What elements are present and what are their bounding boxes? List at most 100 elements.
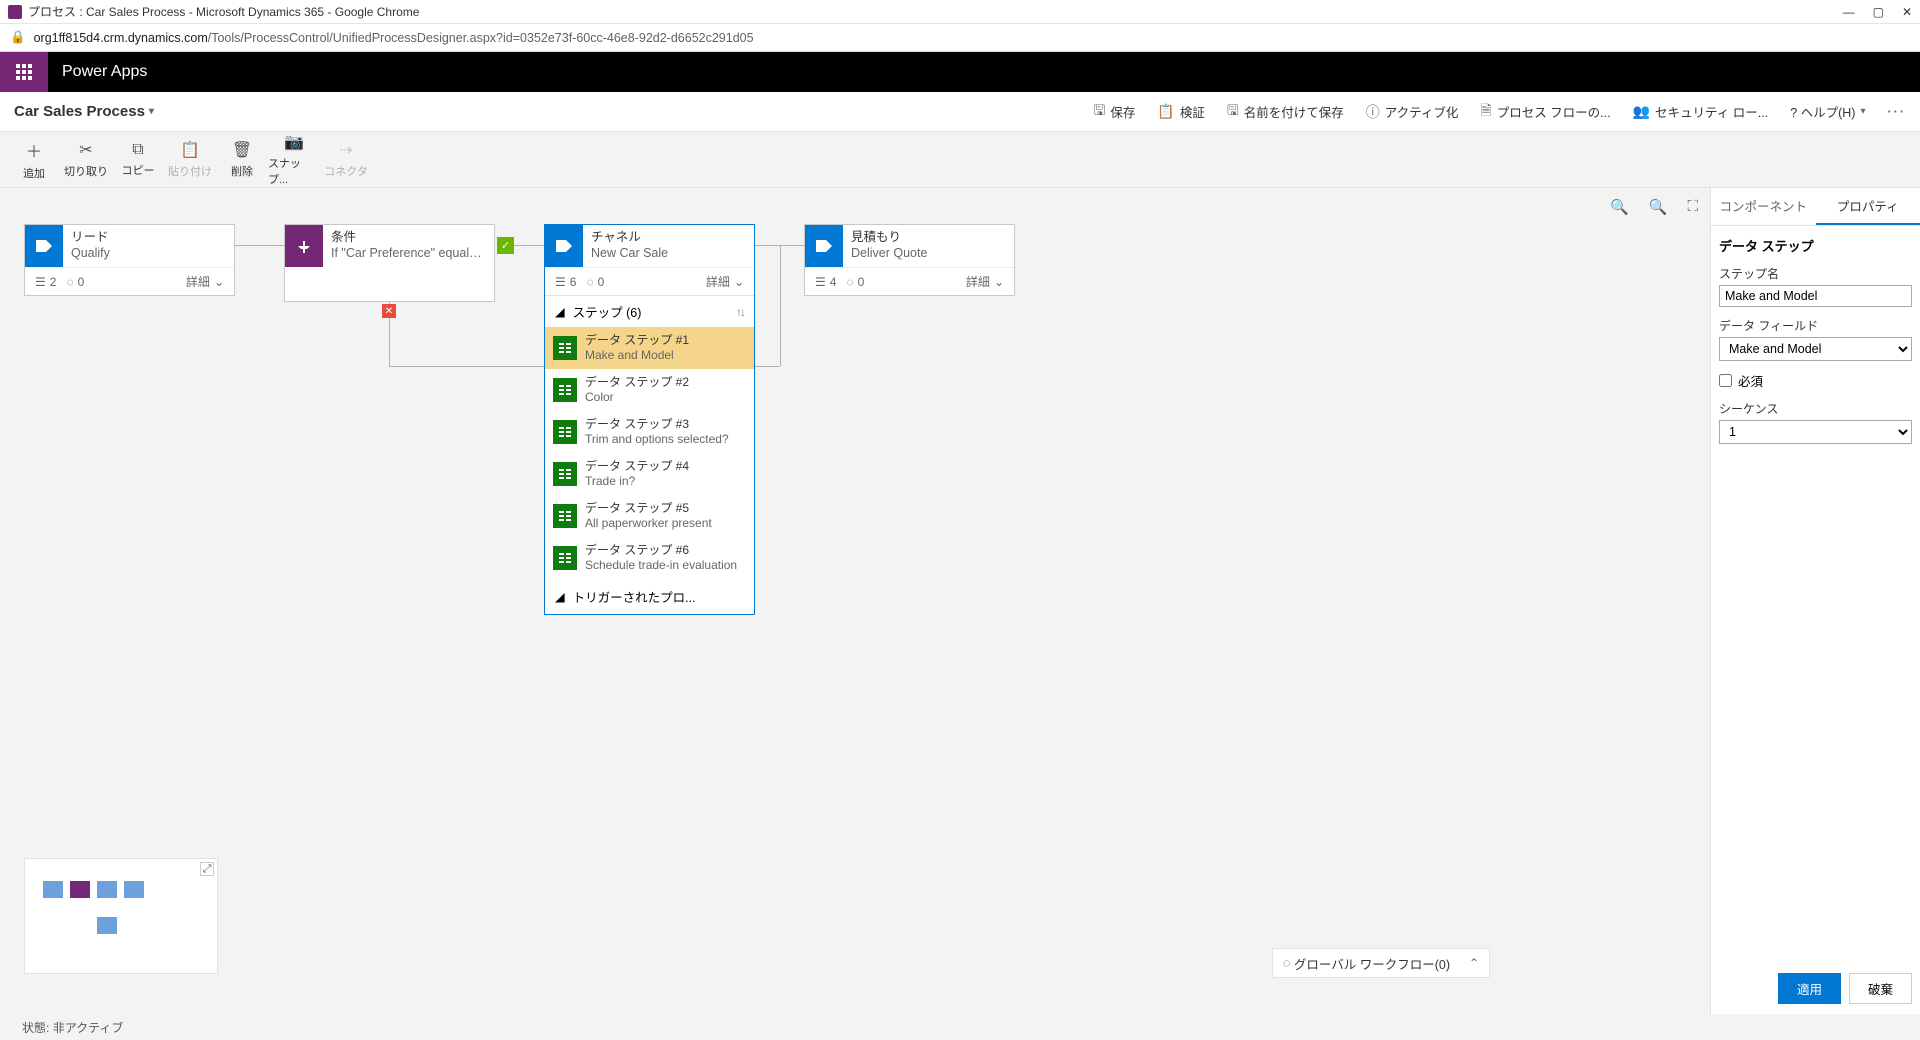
document-icon: 🗎 [1480, 100, 1491, 124]
tab-components[interactable]: コンポーネント [1711, 188, 1816, 225]
brand-label: Power Apps [62, 63, 147, 81]
canvas[interactable]: 🔍 🔍 ⛶ リードQualify ☰ 2 ◌ 0 詳細 ⌄ [0, 188, 1710, 1014]
sequence-select[interactable]: 1 [1719, 420, 1912, 444]
chevron-down-icon: ⌄ [214, 275, 224, 289]
data-step-icon [553, 546, 577, 570]
chevron-down-icon: ▾ [149, 106, 154, 117]
minimap-node [97, 917, 117, 934]
spinner-icon: ◌ [1283, 956, 1290, 970]
step-count: ☰ 6 [555, 275, 576, 289]
trigger-count: ◌ 0 [586, 275, 604, 289]
required-label: 必須 [1738, 371, 1763, 390]
paste-icon: 📋 [180, 140, 200, 160]
connector-line [235, 245, 285, 246]
details-button[interactable]: 詳細 ⌄ [186, 273, 224, 290]
global-workflow-bar[interactable]: ◌ グローバル ワークフロー(0) ⌃ [1272, 948, 1490, 978]
lock-icon[interactable]: 🔒 [10, 30, 26, 45]
stage-quote[interactable]: 見積もりDeliver Quote ☰ 4 ◌ 0 詳細 ⌄ [804, 224, 1015, 296]
paste-button: 📋貼り付け [164, 135, 216, 185]
prop-heading: データ ステップ [1719, 236, 1912, 255]
chevron-down-icon: ⌄ [734, 275, 744, 289]
validate-button[interactable]: 📋検証 [1157, 102, 1204, 121]
app-launcher-icon[interactable] [0, 52, 48, 92]
apply-button[interactable]: 適用 [1778, 973, 1841, 1004]
clipboard-icon: 📋 [1157, 103, 1174, 120]
step-count: ☰ 4 [815, 275, 836, 289]
stage-channel[interactable]: チャネルNew Car Sale ☰ 6 ◌ 0 詳細 ⌄ ◢ ステップ (6)… [544, 224, 755, 615]
copy-button[interactable]: ⧉コピー [112, 135, 164, 185]
steps-header[interactable]: ◢ ステップ (6) ↑↓ [545, 296, 754, 327]
info-icon: ⓘ [1366, 102, 1380, 122]
close-icon[interactable]: ✕ [1902, 5, 1912, 19]
stage-lead[interactable]: リードQualify ☰ 2 ◌ 0 詳細 ⌄ [24, 224, 235, 296]
expand-icon[interactable]: ⤢ [200, 862, 214, 876]
order-button[interactable]: 🗎プロセス フローの... [1480, 100, 1610, 124]
step-count: ☰ 2 [35, 275, 56, 289]
properties-panel: コンポーネント プロパティ データ ステップ ステップ名 データ フィールド M… [1710, 188, 1920, 1014]
save-icon: 🖫 [1093, 100, 1105, 124]
cut-button[interactable]: ✂切り取り [60, 135, 112, 185]
add-button[interactable]: ＋追加 [8, 135, 60, 185]
data-field-select[interactable]: Make and Model [1719, 337, 1912, 361]
step-row-3[interactable]: データ ステップ #3Trim and options selected? [545, 411, 754, 453]
connector-icon: ⇢ [339, 140, 352, 160]
triggered-processes[interactable]: ◢ トリガーされたプロ... [545, 579, 754, 614]
step-row-4[interactable]: データ ステップ #4Trade in? [545, 453, 754, 495]
delete-button[interactable]: 🗑削除 [216, 135, 268, 185]
chevron-up-icon: ⌃ [1469, 956, 1479, 970]
plus-icon: ＋ [26, 138, 42, 162]
step-row-5[interactable]: データ ステップ #5All paperworker present [545, 495, 754, 537]
data-step-icon [553, 504, 577, 528]
details-button[interactable]: 詳細 ⌄ [706, 273, 744, 290]
connector-line [514, 245, 544, 246]
security-button[interactable]: 👥セキュリティ ロー... [1633, 102, 1769, 121]
stage-icon [25, 225, 63, 267]
minimap-node [43, 881, 63, 898]
snapshot-button[interactable]: 📷スナップ... [268, 135, 320, 185]
camera-icon: 📷 [284, 132, 304, 152]
people-icon: 👥 [1633, 103, 1650, 120]
window-title: プロセス : Car Sales Process - Microsoft Dyn… [28, 3, 419, 20]
help-button[interactable]: ? ヘルプ(H) ▾ [1790, 102, 1865, 121]
step-row-2[interactable]: データ ステップ #2Color [545, 369, 754, 411]
minimap-node [70, 881, 90, 898]
step-name-label: ステップ名 [1719, 265, 1912, 282]
browser-addressbar: 🔒 org1ff815d4.crm.dynamics.com/Tools/Pro… [0, 24, 1920, 52]
scissors-icon: ✂ [79, 140, 92, 160]
maximize-icon[interactable]: ▢ [1873, 5, 1884, 19]
status-label: 状態: [22, 1019, 49, 1036]
collapse-icon: ◢ [555, 589, 565, 604]
status-value: 非アクティブ [53, 1019, 124, 1036]
step-row-1[interactable]: データ ステップ #1Make and Model [545, 327, 754, 369]
data-field-label: データ フィールド [1719, 317, 1912, 334]
condition-false-icon: ✕ [382, 304, 396, 318]
toolbar: ＋追加 ✂切り取り ⧉コピー 📋貼り付け 🗑削除 📷スナップ... ⇢コネクタ [0, 132, 1920, 188]
activate-button[interactable]: ⓘアクティブ化 [1366, 102, 1459, 122]
condition-icon [285, 225, 323, 267]
data-step-icon [553, 420, 577, 444]
save-button[interactable]: 🖫保存 [1093, 100, 1135, 124]
step-row-6[interactable]: データ ステップ #6Schedule trade-in evaluation [545, 537, 754, 579]
stage-icon [545, 225, 583, 267]
stage-condition[interactable]: 条件If "Car Preference" equals "New ... [284, 224, 495, 302]
process-title[interactable]: Car Sales Process ▾ [14, 103, 154, 120]
connector-button: ⇢コネクタ [320, 135, 372, 185]
step-name-input[interactable] [1719, 285, 1912, 307]
minimize-icon[interactable]: ― [1843, 5, 1855, 19]
favicon-icon [8, 5, 22, 19]
properties-tabs: コンポーネント プロパティ [1711, 188, 1920, 226]
more-button[interactable]: ··· [1888, 105, 1907, 119]
minimap[interactable]: ⤢ [24, 858, 218, 974]
discard-button[interactable]: 破棄 [1849, 973, 1912, 1004]
required-checkbox[interactable] [1719, 374, 1732, 387]
tab-properties[interactable]: プロパティ [1816, 188, 1920, 225]
collapse-icon: ◢ [555, 304, 565, 319]
command-bar: Car Sales Process ▾ 🖫保存 📋検証 🖫名前を付けて保存 ⓘア… [0, 92, 1920, 132]
url-text[interactable]: org1ff815d4.crm.dynamics.com/Tools/Proce… [34, 31, 754, 45]
trash-icon: 🗑 [232, 140, 252, 160]
reorder-icons[interactable]: ↑↓ [736, 305, 744, 319]
chevron-down-icon: ▾ [1860, 106, 1865, 117]
saveas-button[interactable]: 🖫名前を付けて保存 [1227, 100, 1344, 124]
details-button[interactable]: 詳細 ⌄ [966, 273, 1004, 290]
minimap-node [124, 881, 144, 898]
